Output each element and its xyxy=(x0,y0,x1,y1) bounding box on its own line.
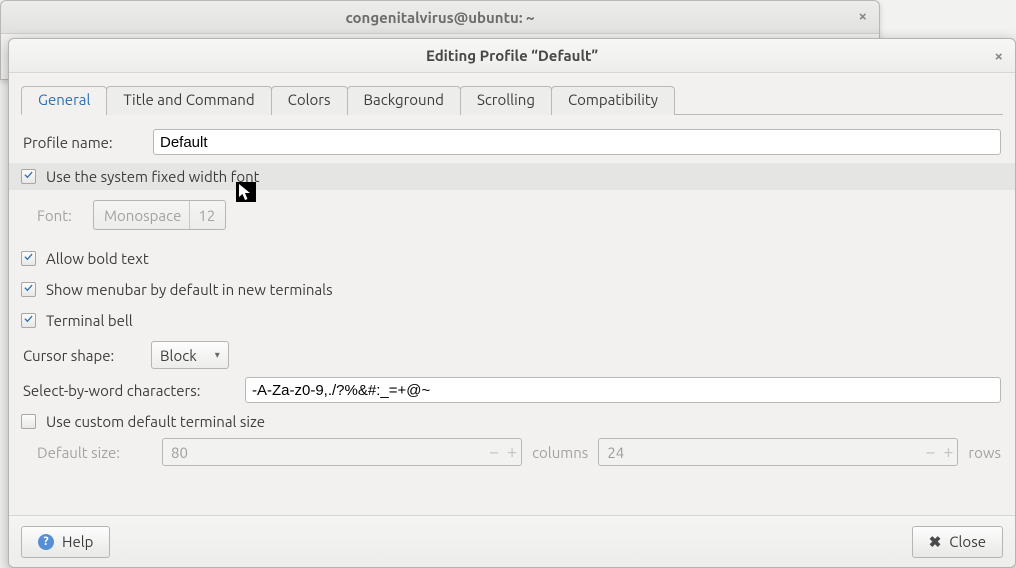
allow-bold-label: Allow bold text xyxy=(46,250,149,267)
profile-name-label: Profile name: xyxy=(23,134,153,151)
font-chooser-button: Monospace 12 xyxy=(93,200,226,230)
allow-bold-checkbox[interactable] xyxy=(21,251,36,266)
default-size-row: Default size: 80 − + columns 24 − + rows xyxy=(23,438,1001,466)
dialog-title: Editing Profile “Default” xyxy=(426,47,598,64)
font-label: Font: xyxy=(37,207,93,224)
cursor-shape-row: Cursor shape: Block ▾ xyxy=(23,341,1001,369)
tab-title-and-command[interactable]: Title and Command xyxy=(106,86,271,115)
close-icon: ✖ xyxy=(929,533,942,551)
profile-dialog: Editing Profile “Default” × General Titl… xyxy=(8,38,1016,568)
tab-background[interactable]: Background xyxy=(347,86,461,115)
tab-general[interactable]: General xyxy=(21,86,107,115)
use-system-font-row[interactable]: Use the system fixed width font xyxy=(9,163,1015,190)
terminal-bell-row[interactable]: Terminal bell xyxy=(21,310,1001,331)
tab-colors[interactable]: Colors xyxy=(271,86,348,115)
terminal-titlebar: congenitalvirus@ubuntu: ~ × xyxy=(1,1,879,34)
tab-scrolling[interactable]: Scrolling xyxy=(460,86,552,115)
dialog-close-icon[interactable]: × xyxy=(995,47,1003,64)
show-menubar-checkbox[interactable] xyxy=(21,282,36,297)
font-family: Monospace xyxy=(104,207,181,224)
allow-bold-row[interactable]: Allow bold text xyxy=(21,248,1001,269)
close-button[interactable]: ✖ Close xyxy=(912,526,1003,558)
tab-compatibility[interactable]: Compatibility xyxy=(551,86,675,115)
dialog-footer: ? Help ✖ Close xyxy=(9,515,1015,567)
separator xyxy=(189,201,190,229)
tabs: General Title and Command Colors Backgro… xyxy=(21,85,1003,115)
font-size: 12 xyxy=(198,207,215,224)
show-menubar-label: Show menubar by default in new terminals xyxy=(46,281,333,298)
minus-icon: − xyxy=(921,443,939,461)
help-button[interactable]: ? Help xyxy=(21,526,110,558)
rows-label: rows xyxy=(968,444,1001,461)
default-size-label: Default size: xyxy=(37,444,152,461)
dialog-titlebar: Editing Profile “Default” × xyxy=(9,39,1015,73)
custom-size-row[interactable]: Use custom default terminal size xyxy=(21,411,1001,432)
rows-spinner: 24 − + xyxy=(598,438,958,466)
select-by-word-row: Select-by-word characters: xyxy=(23,377,1001,403)
plus-icon: + xyxy=(939,443,957,461)
rows-value: 24 xyxy=(599,444,921,461)
select-by-word-label: Select-by-word characters: xyxy=(23,382,245,399)
cursor-shape-value: Block xyxy=(160,347,197,364)
show-menubar-row[interactable]: Show menubar by default in new terminals xyxy=(21,279,1001,300)
profile-name-input[interactable] xyxy=(153,129,1001,155)
help-icon: ? xyxy=(38,534,54,550)
close-button-label: Close xyxy=(949,533,986,550)
minus-icon: − xyxy=(485,443,503,461)
help-button-label: Help xyxy=(62,533,93,550)
select-by-word-input[interactable] xyxy=(245,377,1001,403)
columns-label: columns xyxy=(532,444,588,461)
terminal-close-icon[interactable]: × xyxy=(859,7,867,24)
profile-name-row: Profile name: xyxy=(23,129,1001,155)
cursor-shape-select[interactable]: Block ▾ xyxy=(151,341,229,369)
font-row: Font: Monospace 12 xyxy=(23,200,1001,230)
terminal-title: congenitalvirus@ubuntu: ~ xyxy=(345,9,534,26)
terminal-bell-checkbox[interactable] xyxy=(21,313,36,328)
columns-spinner: 80 − + xyxy=(162,438,522,466)
chevron-down-icon: ▾ xyxy=(215,349,220,361)
use-system-font-checkbox[interactable] xyxy=(21,169,36,184)
use-system-font-label: Use the system fixed width font xyxy=(46,168,260,185)
custom-size-label: Use custom default terminal size xyxy=(46,413,265,430)
columns-value: 80 xyxy=(163,444,485,461)
terminal-bell-label: Terminal bell xyxy=(46,312,133,329)
custom-size-checkbox[interactable] xyxy=(21,414,36,429)
cursor-shape-label: Cursor shape: xyxy=(23,347,151,364)
plus-icon: + xyxy=(503,443,521,461)
